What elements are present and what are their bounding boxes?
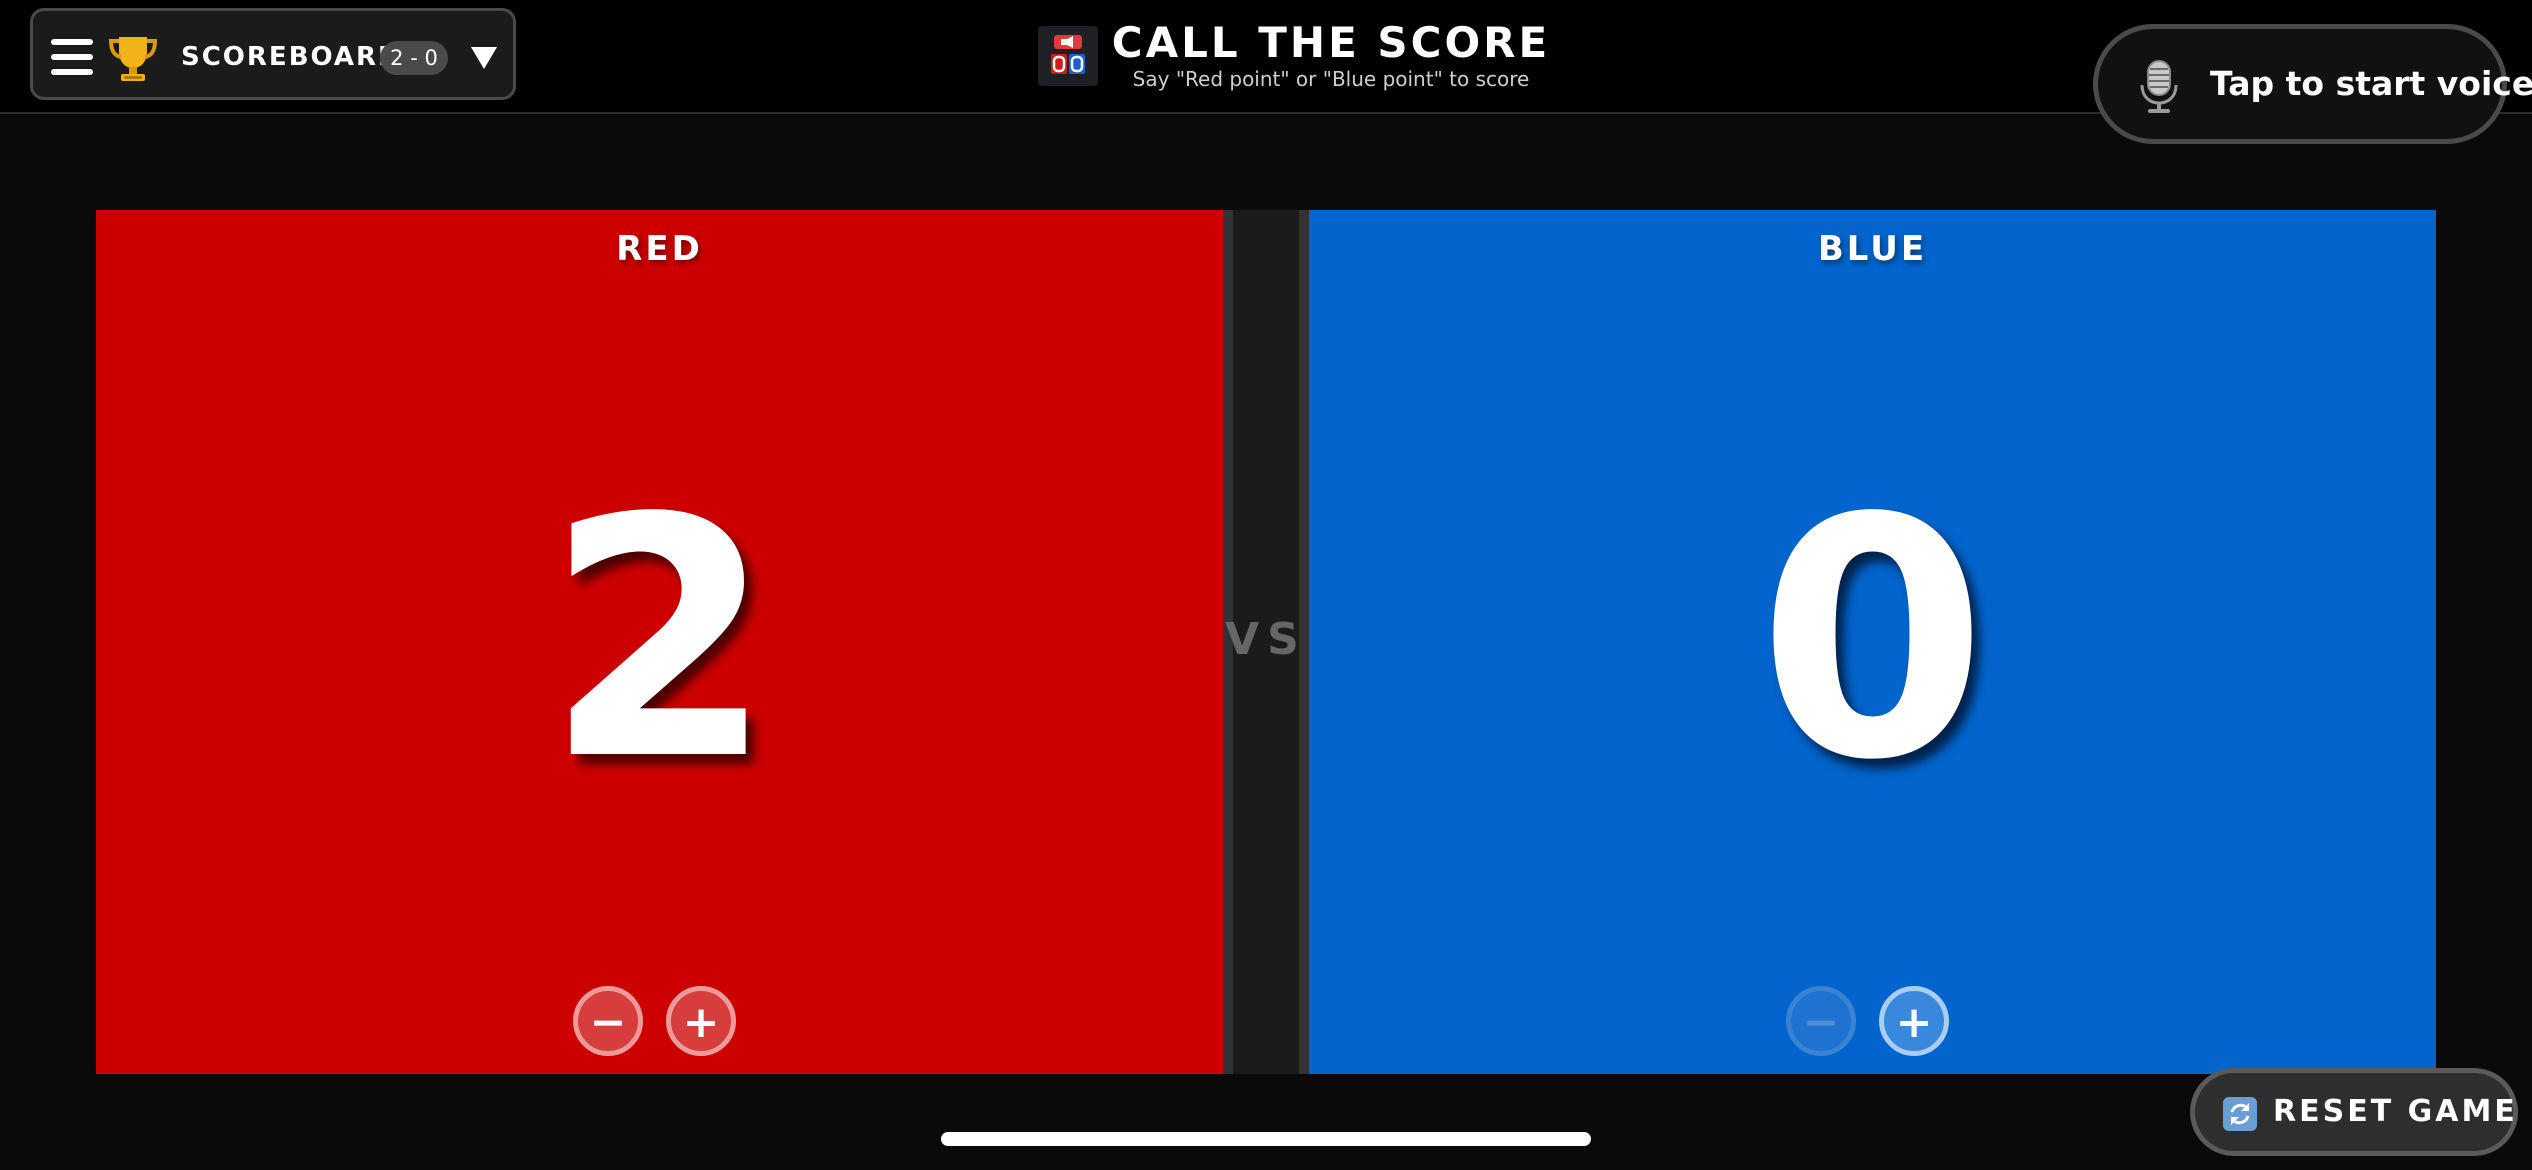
red-plus-button[interactable]: +	[666, 986, 736, 1056]
trophy-icon	[108, 37, 158, 81]
red-minus-button[interactable]: −	[573, 986, 643, 1056]
blue-team-panel[interactable]: BLUE 0 − +	[1309, 210, 2436, 1074]
microphone-icon	[2140, 60, 2178, 113]
reset-game-button[interactable]: RESET GAME	[2190, 1068, 2518, 1156]
start-voice-button[interactable]: Tap to start voice	[2093, 24, 2532, 144]
blue-team-name: BLUE	[1817, 229, 1928, 269]
scoreboard-menu-button[interactable]: SCOREBOARD 2 - 0	[30, 8, 516, 100]
scoreboard-label: SCOREBOARD	[181, 42, 402, 72]
red-team-name: RED	[616, 229, 703, 269]
home-indicator[interactable]	[941, 1132, 1591, 1146]
chevron-down-icon[interactable]	[471, 47, 497, 69]
scoreboard: RED 2 − + VS BLUE 0 − +	[96, 210, 2436, 1074]
blue-team-score: 0	[1757, 448, 1988, 832]
red-team-score: 2	[544, 448, 775, 832]
vs-divider: VS	[1223, 210, 1309, 1074]
app-icon	[1038, 26, 1098, 86]
vs-label: VS	[1225, 614, 1307, 665]
reset-game-label: RESET GAME	[2273, 1094, 2518, 1129]
page-title: CALL THE SCORE	[1111, 18, 1551, 67]
score-summary-badge: 2 - 0	[380, 41, 448, 75]
start-voice-label: Tap to start voice	[2210, 64, 2532, 103]
page-subtitle: Say "Red point" or "Blue point" to score	[1132, 67, 1530, 91]
red-team-panel[interactable]: RED 2 − +	[96, 210, 1223, 1074]
refresh-icon	[2223, 1097, 2257, 1131]
hamburger-icon	[51, 39, 93, 75]
blue-plus-button[interactable]: +	[1879, 986, 1949, 1056]
blue-minus-button[interactable]: −	[1786, 986, 1856, 1056]
